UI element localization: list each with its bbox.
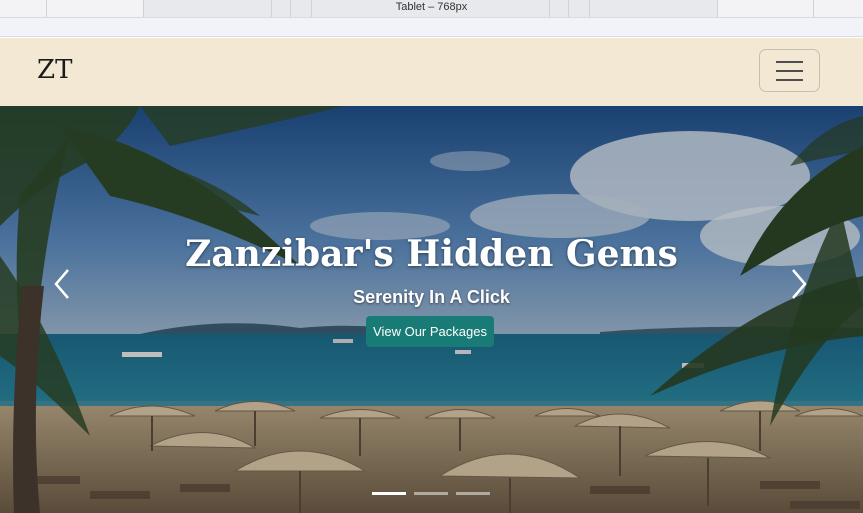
brand-logo[interactable]: ZT bbox=[37, 55, 72, 85]
carousel-indicator-1[interactable] bbox=[372, 492, 406, 495]
carousel-indicators bbox=[372, 492, 492, 498]
hero-subtitle: Serenity In A Click bbox=[353, 287, 510, 307]
beach-background-image bbox=[0, 106, 863, 513]
hamburger-menu-icon bbox=[776, 61, 803, 63]
hamburger-menu-icon bbox=[776, 79, 803, 81]
hamburger-menu-icon bbox=[776, 70, 803, 72]
carousel-indicator-3[interactable] bbox=[456, 492, 490, 495]
device-width-ruler: Tablet – 768px bbox=[0, 0, 863, 18]
carousel-indicator-2[interactable] bbox=[414, 492, 448, 495]
view-packages-button[interactable]: View Our Packages bbox=[366, 316, 494, 347]
hero-carousel: Zanzibar's Hidden Gems Serenity In A Cli… bbox=[0, 106, 863, 513]
viewport-width-label[interactable]: Tablet – 768px bbox=[0, 1, 863, 13]
navbar-toggler-button[interactable] bbox=[759, 49, 820, 92]
site-navbar: ZT bbox=[0, 38, 863, 106]
hero-title: Zanzibar's Hidden Gems bbox=[185, 233, 678, 275]
media-query-bar bbox=[0, 18, 863, 37]
